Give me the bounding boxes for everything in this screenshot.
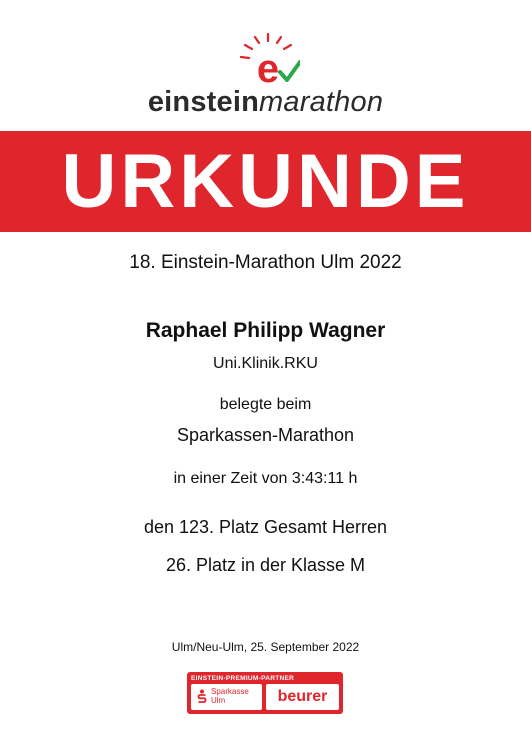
partner-label: EINSTEIN-PREMIUM-PARTNER (191, 675, 295, 682)
sparkasse-name: Sparkasse Ulm (211, 687, 249, 705)
class-placement: 26. Platz in der Klasse M (165, 555, 366, 575)
event-name: 18. Einstein-Marathon Ulm 2022 (129, 252, 402, 273)
event-logo: e einsteinmarathon (0, 14, 531, 118)
logo-wordmark-light: marathon (259, 86, 384, 118)
sparkasse-s-icon (197, 689, 207, 703)
sparkasse-line2: Ulm (211, 696, 226, 705)
title-banner: URKUNDE (0, 131, 531, 232)
sparkasse-line1: Sparkasse (211, 687, 249, 696)
intro-text: belegte beim (219, 396, 312, 413)
runner-name: Raphael Philipp Wagner (145, 319, 386, 342)
svg-text:e: e (257, 47, 279, 91)
beurer-name: beurer (277, 688, 328, 705)
einstein-e-logo-icon: e (240, 32, 300, 91)
place-and-date: Ulm/Neu-Ulm, 25. September 2022 (171, 640, 360, 654)
race-name: Sparkassen-Marathon (176, 425, 355, 445)
sparkasse-logo: Sparkasse Ulm (191, 684, 262, 710)
logo-wordmark: einsteinmarathon (0, 86, 531, 119)
premium-partner-badge: EINSTEIN-PREMIUM-PARTNER Sparkasse Ulm b… (187, 672, 343, 714)
runner-club: Uni.Klinik.RKU (213, 355, 318, 372)
finish-time: in einer Zeit von 3:43:11 h (173, 470, 358, 487)
beurer-logo: beurer (266, 684, 339, 710)
overall-placement: den 123. Platz Gesamt Herren (143, 517, 388, 537)
logo-wordmark-bold: einstein (147, 86, 260, 118)
certificate-title: URKUNDE (61, 138, 470, 224)
